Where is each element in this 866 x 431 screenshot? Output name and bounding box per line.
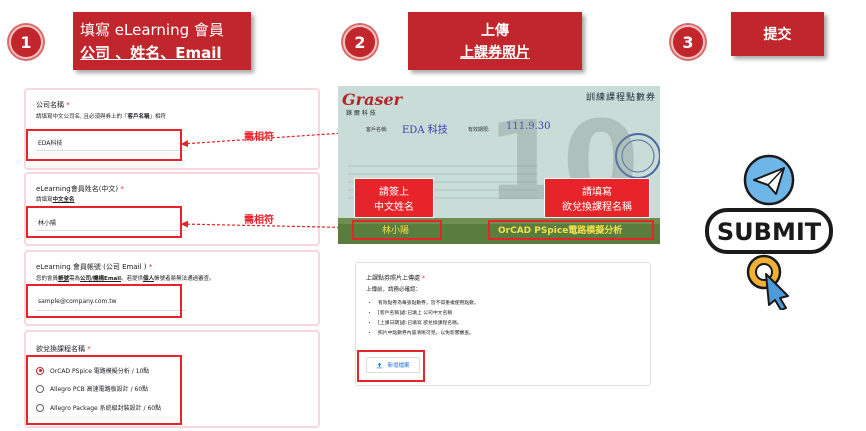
voucher-brand: Graser (342, 90, 403, 109)
required-mark: * (120, 185, 124, 193)
name-highlight-box (26, 206, 182, 238)
step-2-line2: 上課券照片 (460, 45, 530, 61)
required-mark: * (421, 275, 425, 282)
checklist-item: [客戶名稱]處:已填上 公司中文名稱 (378, 309, 479, 316)
upload-button-highlight-box (357, 350, 425, 382)
checklist-item: 照片中點數券內容清晰可見，以免影響審查。 (378, 329, 479, 336)
name-desc: 請填寫中文全名 (36, 197, 75, 203)
voucher-signature: 林小陽 (382, 226, 410, 236)
checklist-item: 有效點券為每張點數券，皆不得重複使用點數。 (378, 299, 479, 306)
upload-title: 上課點券照片上傳處 (366, 275, 421, 282)
step-3-line1: 提交 (763, 27, 792, 43)
required-mark: * (87, 345, 91, 353)
voucher-callout-name: 請簽上 中文姓名 (354, 178, 434, 218)
step-3-badge: 3 (671, 25, 705, 59)
upload-checklist: 有效點券為每張點數券，皆不得重複使用點數。 [客戶名稱]處:已填上 公司中文名稱… (378, 299, 479, 336)
checklist-item: [上課日期]處:已填寫 欲兌換課程名稱。 (378, 319, 479, 326)
voucher-customer-label: 客戶名稱: (366, 127, 388, 133)
step-2-badge: 2 (343, 25, 377, 59)
company-highlight-box (26, 129, 182, 161)
course-title: 欲兌換課程名稱 (36, 345, 85, 353)
company-title: 公司名稱 (36, 101, 64, 109)
step-1-badge: 1 (9, 25, 43, 59)
email-desc: 您的會員帳號需為公司/機構Email。若提供個人帳號者將無法通過審查。 (36, 276, 215, 282)
voucher-brand-sub: 鎵 爾 科 技 (346, 110, 376, 117)
voucher-customer-value: EDA 科技 (402, 125, 448, 136)
step-2-header: 上傳 上課券照片 (408, 12, 582, 70)
step-1-header: 填寫 eLearning 會員 公司 、姓名、Email (73, 12, 251, 70)
email-title: eLearning 會員帳號 (公司 Email ) (36, 263, 147, 271)
voucher-photo: Graser 鎵 爾 科 技 訓練課程點數券 客戶名稱: EDA 科技 有效期限… (338, 86, 660, 244)
paper-plane-icon (743, 154, 795, 206)
step-2-line1: 上傳 (481, 23, 509, 39)
required-mark: * (66, 101, 70, 109)
company-desc: 請填寫中文公司名, 且必須與券上的「客戶名稱」相符 (36, 114, 167, 120)
submit-label: SUBMIT (717, 218, 822, 246)
course-highlight-box (26, 355, 182, 425)
cursor-click-icon (746, 254, 789, 310)
voucher-callout-course: 請填寫 欲兌換課程名稱 (544, 178, 650, 218)
step-1-line2: 公司 、姓名、Email (80, 44, 222, 62)
step-3-header: 提交 (731, 12, 824, 56)
required-mark: * (148, 263, 153, 271)
name-title: eLearning會員姓名(中文) (36, 185, 119, 193)
upload-desc: 上傳前，請務必確認： (366, 287, 422, 293)
step-1-line1: 填寫 eLearning 會員 (80, 21, 224, 39)
voucher-course-written: OrCAD PSpice電路模擬分析 (498, 226, 623, 236)
email-highlight-box (26, 284, 182, 318)
submit-graphic[interactable]: SUBMIT (704, 150, 834, 310)
